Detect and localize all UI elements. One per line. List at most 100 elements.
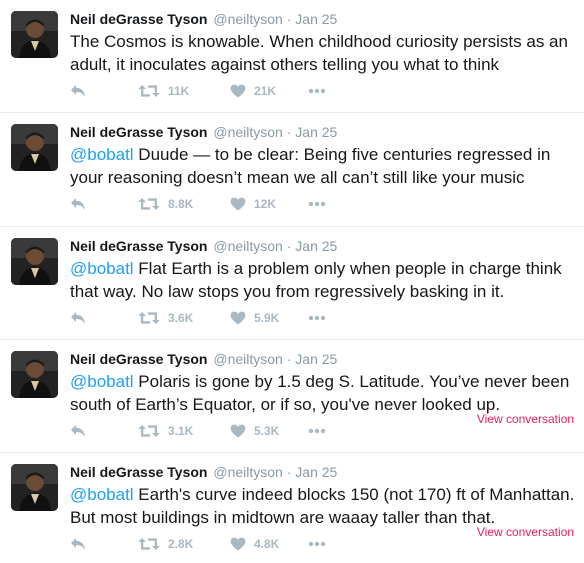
tweet-text: @bobatl Earth's curve indeed blocks 150 … bbox=[70, 483, 580, 529]
tweet[interactable]: Neil deGrasse Tyson @neiltyson · Jan 25 … bbox=[0, 227, 584, 340]
retweet-icon bbox=[138, 84, 160, 98]
more-icon bbox=[308, 201, 326, 207]
tweet-text: @bobatl Flat Earth is a problem only whe… bbox=[70, 257, 580, 303]
reply-button[interactable] bbox=[70, 195, 86, 213]
heart-icon bbox=[230, 84, 246, 98]
tweet-actions: 8.8K 12K bbox=[70, 195, 575, 213]
retweet-count: 2.8K bbox=[168, 537, 194, 551]
author-handle[interactable]: @neiltyson bbox=[213, 11, 282, 27]
author-name[interactable]: Neil deGrasse Tyson bbox=[70, 464, 207, 480]
timestamp[interactable]: Jan 25 bbox=[295, 238, 337, 254]
tweet-text: @bobatl Polaris is gone by 1.5 deg S. La… bbox=[70, 370, 580, 416]
like-count: 21K bbox=[254, 84, 277, 98]
avatar[interactable] bbox=[11, 351, 58, 398]
like-button[interactable]: 12K bbox=[230, 195, 276, 213]
retweet-count: 3.6K bbox=[168, 311, 194, 325]
reply-icon bbox=[70, 84, 86, 98]
author-name[interactable]: Neil deGrasse Tyson bbox=[70, 238, 207, 254]
avatar[interactable] bbox=[11, 11, 58, 58]
more-button[interactable] bbox=[308, 195, 326, 213]
reply-button[interactable] bbox=[70, 309, 86, 327]
mention-link[interactable]: @bobatl bbox=[70, 145, 134, 164]
tweet-text-body: Polaris is gone by 1.5 deg S. Latitude. … bbox=[70, 372, 570, 414]
retweet-button[interactable]: 3.6K bbox=[138, 309, 193, 327]
timestamp[interactable]: Jan 25 bbox=[295, 124, 337, 140]
retweet-button[interactable]: 8.8K bbox=[138, 195, 193, 213]
author-name[interactable]: Neil deGrasse Tyson bbox=[70, 124, 207, 140]
timestamp[interactable]: Jan 25 bbox=[295, 464, 337, 480]
mention-link[interactable]: @bobatl bbox=[70, 372, 134, 391]
more-icon bbox=[308, 88, 326, 94]
timestamp[interactable]: Jan 25 bbox=[295, 351, 337, 367]
like-count: 5.3K bbox=[254, 424, 280, 438]
tweet-text-body: Flat Earth is a problem only when people… bbox=[70, 259, 562, 301]
tweet[interactable]: Neil deGrasse Tyson @neiltyson · Jan 25 … bbox=[0, 340, 584, 453]
more-icon bbox=[308, 428, 326, 434]
tweet[interactable]: Neil deGrasse Tyson @neiltyson · Jan 25 … bbox=[0, 113, 584, 227]
reply-button[interactable] bbox=[70, 535, 86, 553]
retweet-button[interactable]: 11K bbox=[138, 82, 189, 100]
tweet-text: @bobatl Duude — to be clear: Being five … bbox=[70, 143, 580, 189]
avatar[interactable] bbox=[11, 464, 58, 511]
retweet-count: 3.1K bbox=[168, 424, 194, 438]
tweet-header: Neil deGrasse Tyson @neiltyson · Jan 25 bbox=[70, 123, 337, 141]
tweet-text: The Cosmos is knowable. When childhood c… bbox=[70, 30, 580, 76]
timestamp[interactable]: Jan 25 bbox=[295, 11, 337, 27]
heart-icon bbox=[230, 311, 246, 325]
like-button[interactable]: 5.3K bbox=[230, 422, 279, 440]
author-name[interactable]: Neil deGrasse Tyson bbox=[70, 351, 207, 367]
retweet-icon bbox=[138, 311, 160, 325]
like-button[interactable]: 5.9K bbox=[230, 309, 279, 327]
retweet-button[interactable]: 2.8K bbox=[138, 535, 193, 553]
tweet-actions: 3.6K 5.9K bbox=[70, 309, 575, 327]
retweet-button[interactable]: 3.1K bbox=[138, 422, 193, 440]
timeline: Neil deGrasse Tyson @neiltyson · Jan 25 … bbox=[0, 0, 584, 563]
reply-icon bbox=[70, 537, 86, 551]
tweet-actions: 11K 21K bbox=[70, 82, 575, 100]
like-count: 5.9K bbox=[254, 311, 280, 325]
more-button[interactable] bbox=[308, 309, 326, 327]
author-handle[interactable]: @neiltyson bbox=[213, 351, 282, 367]
view-conversation-link[interactable]: View conversation bbox=[477, 412, 574, 426]
heart-icon bbox=[230, 197, 246, 211]
author-handle[interactable]: @neiltyson bbox=[213, 124, 282, 140]
retweet-count: 8.8K bbox=[168, 197, 194, 211]
like-button[interactable]: 4.8K bbox=[230, 535, 279, 553]
like-button[interactable]: 21K bbox=[230, 82, 276, 100]
tweet[interactable]: Neil deGrasse Tyson @neiltyson · Jan 25 … bbox=[0, 0, 584, 113]
reply-icon bbox=[70, 197, 86, 211]
heart-icon bbox=[230, 537, 246, 551]
more-icon bbox=[308, 315, 326, 321]
separator: · bbox=[286, 464, 292, 480]
more-button[interactable] bbox=[308, 422, 326, 440]
tweet-text-body: Earth's curve indeed blocks 150 (not 170… bbox=[70, 485, 575, 527]
tweet-header: Neil deGrasse Tyson @neiltyson · Jan 25 bbox=[70, 350, 337, 368]
tweet-text-body: Duude — to be clear: Being five centurie… bbox=[70, 145, 551, 187]
avatar[interactable] bbox=[11, 238, 58, 285]
tweet[interactable]: Neil deGrasse Tyson @neiltyson · Jan 25 … bbox=[0, 453, 584, 563]
reply-button[interactable] bbox=[70, 422, 86, 440]
mention-link[interactable]: @bobatl bbox=[70, 485, 134, 504]
retweet-count: 11K bbox=[168, 84, 190, 98]
tweet-text-body: The Cosmos is knowable. When childhood c… bbox=[70, 32, 568, 74]
author-name[interactable]: Neil deGrasse Tyson bbox=[70, 11, 207, 27]
retweet-icon bbox=[138, 424, 160, 438]
mention-link[interactable]: @bobatl bbox=[70, 259, 134, 278]
author-handle[interactable]: @neiltyson bbox=[213, 464, 282, 480]
retweet-icon bbox=[138, 197, 160, 211]
like-count: 12K bbox=[254, 197, 277, 211]
heart-icon bbox=[230, 424, 246, 438]
like-count: 4.8K bbox=[254, 537, 280, 551]
view-conversation-link[interactable]: View conversation bbox=[477, 525, 574, 539]
reply-icon bbox=[70, 311, 86, 325]
author-handle[interactable]: @neiltyson bbox=[213, 238, 282, 254]
retweet-icon bbox=[138, 537, 160, 551]
tweet-header: Neil deGrasse Tyson @neiltyson · Jan 25 bbox=[70, 237, 337, 255]
reply-button[interactable] bbox=[70, 82, 86, 100]
tweet-header: Neil deGrasse Tyson @neiltyson · Jan 25 bbox=[70, 463, 337, 481]
separator: · bbox=[286, 124, 292, 140]
more-button[interactable] bbox=[308, 82, 326, 100]
separator: · bbox=[286, 11, 292, 27]
more-button[interactable] bbox=[308, 535, 326, 553]
avatar[interactable] bbox=[11, 124, 58, 171]
